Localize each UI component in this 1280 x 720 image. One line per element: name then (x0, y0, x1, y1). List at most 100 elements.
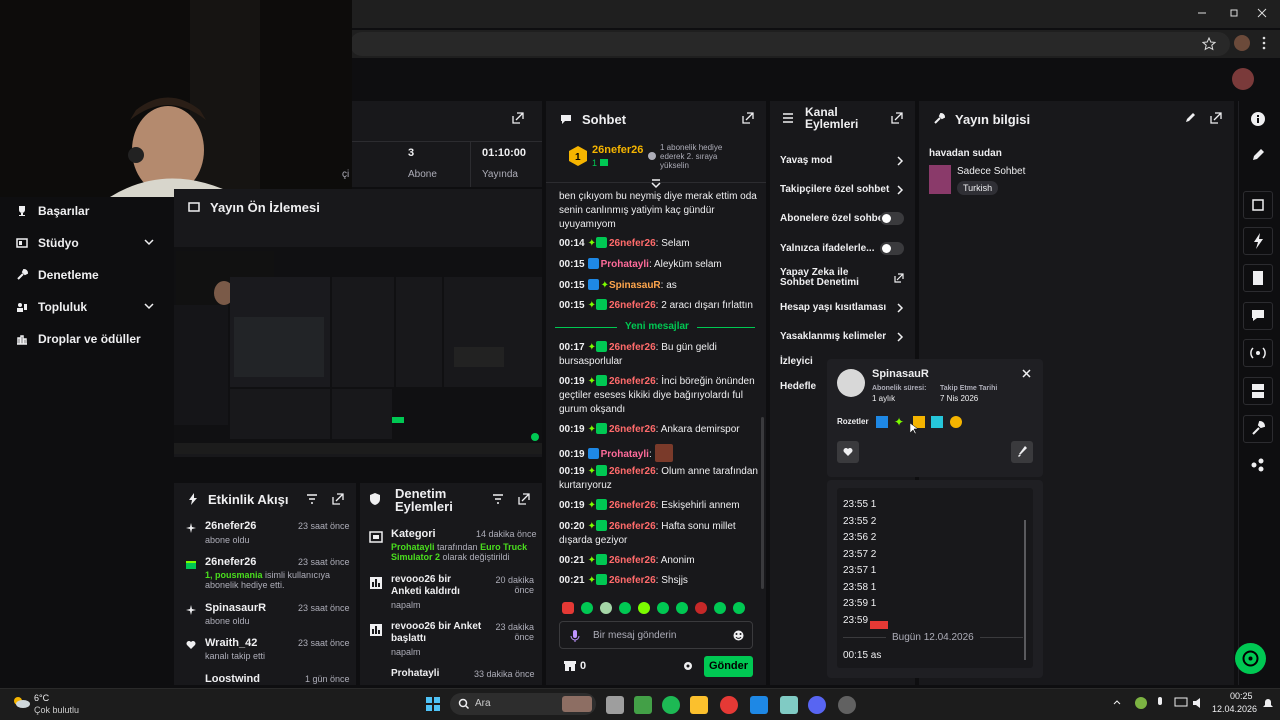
top-gifter-name[interactable]: 26nefer26 (592, 144, 643, 156)
gear-icon[interactable] (683, 661, 693, 671)
viewer-item[interactable]: İzleyici (780, 356, 813, 367)
chat-username[interactable]: 26nefer26 (609, 238, 656, 249)
activity-user[interactable]: SpinasaurR (205, 602, 266, 614)
close-window-icon[interactable] (1256, 7, 1268, 19)
taskbar-app-outlook[interactable] (750, 696, 768, 714)
category-thumbnail[interactable] (929, 165, 951, 194)
subscribers-only-toggle[interactable] (880, 212, 904, 225)
emote-picker-icon[interactable] (733, 630, 744, 641)
chevron-right-icon[interactable] (896, 185, 904, 195)
popout-icon[interactable] (512, 112, 524, 124)
activity-user[interactable]: 26nefer26 (205, 520, 256, 532)
volume-icon[interactable] (1192, 697, 1206, 709)
account-age-item[interactable]: Hesap yaşı kısıtlaması (780, 302, 886, 313)
mod-user-link[interactable]: Prohatayli (391, 542, 435, 552)
chevron-down-icon[interactable] (143, 236, 155, 248)
rail-document-button[interactable] (1243, 264, 1273, 292)
rail-focus-button[interactable] (1243, 191, 1273, 219)
chat-username[interactable]: 26nefer26 (609, 500, 656, 511)
mod-tools-button[interactable] (1011, 441, 1033, 463)
edit-pencil-icon[interactable] (1249, 146, 1267, 164)
clock-time[interactable]: 00:25 (1230, 691, 1253, 701)
follow-heart-button[interactable] (837, 441, 859, 463)
windows-start-icon[interactable] (426, 697, 440, 711)
microphone-icon[interactable] (1156, 697, 1164, 709)
chevron-right-icon[interactable] (896, 303, 904, 313)
gift-leader-badge-icon[interactable] (950, 416, 962, 428)
tray-chevron-up-icon[interactable] (1113, 699, 1121, 705)
chat-username[interactable]: 26nefer26 (609, 575, 656, 586)
category-name[interactable]: Sadece Sohbet (957, 166, 1025, 177)
sidebar-item-drops[interactable]: Droplar ve ödüller (16, 332, 141, 346)
goals-item[interactable]: Hedefle (780, 381, 816, 392)
chat-username[interactable]: 26nefer26 (609, 555, 656, 566)
close-icon[interactable] (1022, 369, 1031, 378)
chevron-right-icon[interactable] (896, 332, 904, 342)
display-icon[interactable] (1174, 697, 1188, 709)
chat-username[interactable]: 26nefer26 (609, 521, 656, 532)
bookmark-star-icon[interactable] (1202, 37, 1216, 51)
taskbar-app-obs[interactable] (838, 696, 856, 714)
address-bar[interactable] (350, 32, 1230, 56)
sidebar-item-achievements[interactable]: Başarılar (16, 204, 89, 218)
taskbar-app-game[interactable] (780, 696, 798, 714)
help-button[interactable] (1235, 643, 1266, 674)
chevron-down-icon[interactable] (143, 300, 155, 312)
user-avatar[interactable] (1232, 68, 1254, 90)
taskbar-app-store[interactable] (634, 696, 652, 714)
send-button[interactable]: Gönder (704, 656, 753, 677)
activity-user[interactable]: Wraith_42 (205, 637, 257, 649)
rail-wrench-button[interactable] (1243, 415, 1273, 443)
taskbar-app-spotify[interactable] (662, 696, 680, 714)
user-avatar[interactable] (837, 369, 865, 397)
tag-chip[interactable]: Turkish (957, 181, 999, 195)
tray-app-icon[interactable] (1135, 697, 1147, 709)
popout-icon[interactable] (891, 112, 903, 124)
chat-username[interactable]: SpinasauR (609, 280, 661, 291)
clock-date[interactable]: 12.04.2026 (1212, 704, 1257, 714)
preview-video[interactable] (174, 247, 542, 454)
user-name[interactable]: SpinasauR (872, 368, 929, 380)
emote-only-toggle[interactable] (880, 242, 904, 255)
chat-username[interactable]: 26nefer26 (609, 300, 656, 311)
chat-username[interactable]: 26nefer26 (609, 466, 656, 477)
sub-badge-icon[interactable] (931, 416, 943, 428)
popout-icon[interactable] (518, 493, 530, 505)
chat-username[interactable]: Prohatayli (601, 449, 649, 460)
chat-settings-chevron-icon[interactable] (650, 179, 662, 189)
community-dots-icon[interactable] (1249, 456, 1267, 474)
external-link-icon[interactable] (894, 273, 904, 283)
taskbar-app-explorer[interactable] (690, 696, 708, 714)
profile-avatar[interactable] (1234, 35, 1250, 51)
popout-icon[interactable] (742, 112, 754, 124)
chat-username[interactable]: 26nefer26 (609, 376, 656, 387)
filter-icon[interactable] (492, 494, 504, 504)
rail-layout-button[interactable] (1243, 377, 1273, 405)
rail-broadcast-button[interactable] (1243, 339, 1273, 367)
restore-icon[interactable] (1228, 7, 1240, 19)
ai-moderation-item[interactable]: Yapay Zeka ile Sohbet Denetimi (780, 268, 885, 288)
sidebar-item-community[interactable]: Topluluk (16, 300, 87, 314)
chat-input[interactable]: Bir mesaj gönderin (559, 621, 753, 649)
subscribers-only-item[interactable]: Abonelere özel sohbet (780, 213, 887, 224)
slow-mode-item[interactable]: Yavaş mod (780, 155, 832, 166)
edit-pencil-icon[interactable] (1184, 112, 1196, 124)
browser-menu-icon[interactable] (1262, 36, 1266, 50)
store-icon[interactable] (564, 660, 576, 672)
popout-icon[interactable] (332, 493, 344, 505)
banned-words-item[interactable]: Yasaklanmış kelimeler (780, 331, 886, 342)
chat-username[interactable]: Prohatayli (601, 259, 649, 270)
weather-temp[interactable]: 6°C (34, 693, 49, 703)
info-icon[interactable] (1249, 110, 1267, 128)
log-scrollbar[interactable] (1024, 520, 1026, 660)
filter-icon[interactable] (306, 494, 318, 504)
popout-icon[interactable] (1210, 112, 1222, 124)
weather-desc[interactable]: Çok bulutlu (34, 705, 79, 715)
sparkle-badge-icon[interactable]: ✦ (894, 415, 904, 429)
emote-only-item[interactable]: Yalnızca ifadelerle... (780, 243, 875, 254)
gift-recipient[interactable]: 1, pousmania (205, 570, 263, 580)
chat-scrollbar[interactable] (761, 417, 764, 589)
followers-only-item[interactable]: Takipçilere özel sohbet (780, 184, 889, 195)
chat-username[interactable]: 26nefer26 (609, 342, 656, 353)
taskbar-app-discord[interactable] (808, 696, 826, 714)
